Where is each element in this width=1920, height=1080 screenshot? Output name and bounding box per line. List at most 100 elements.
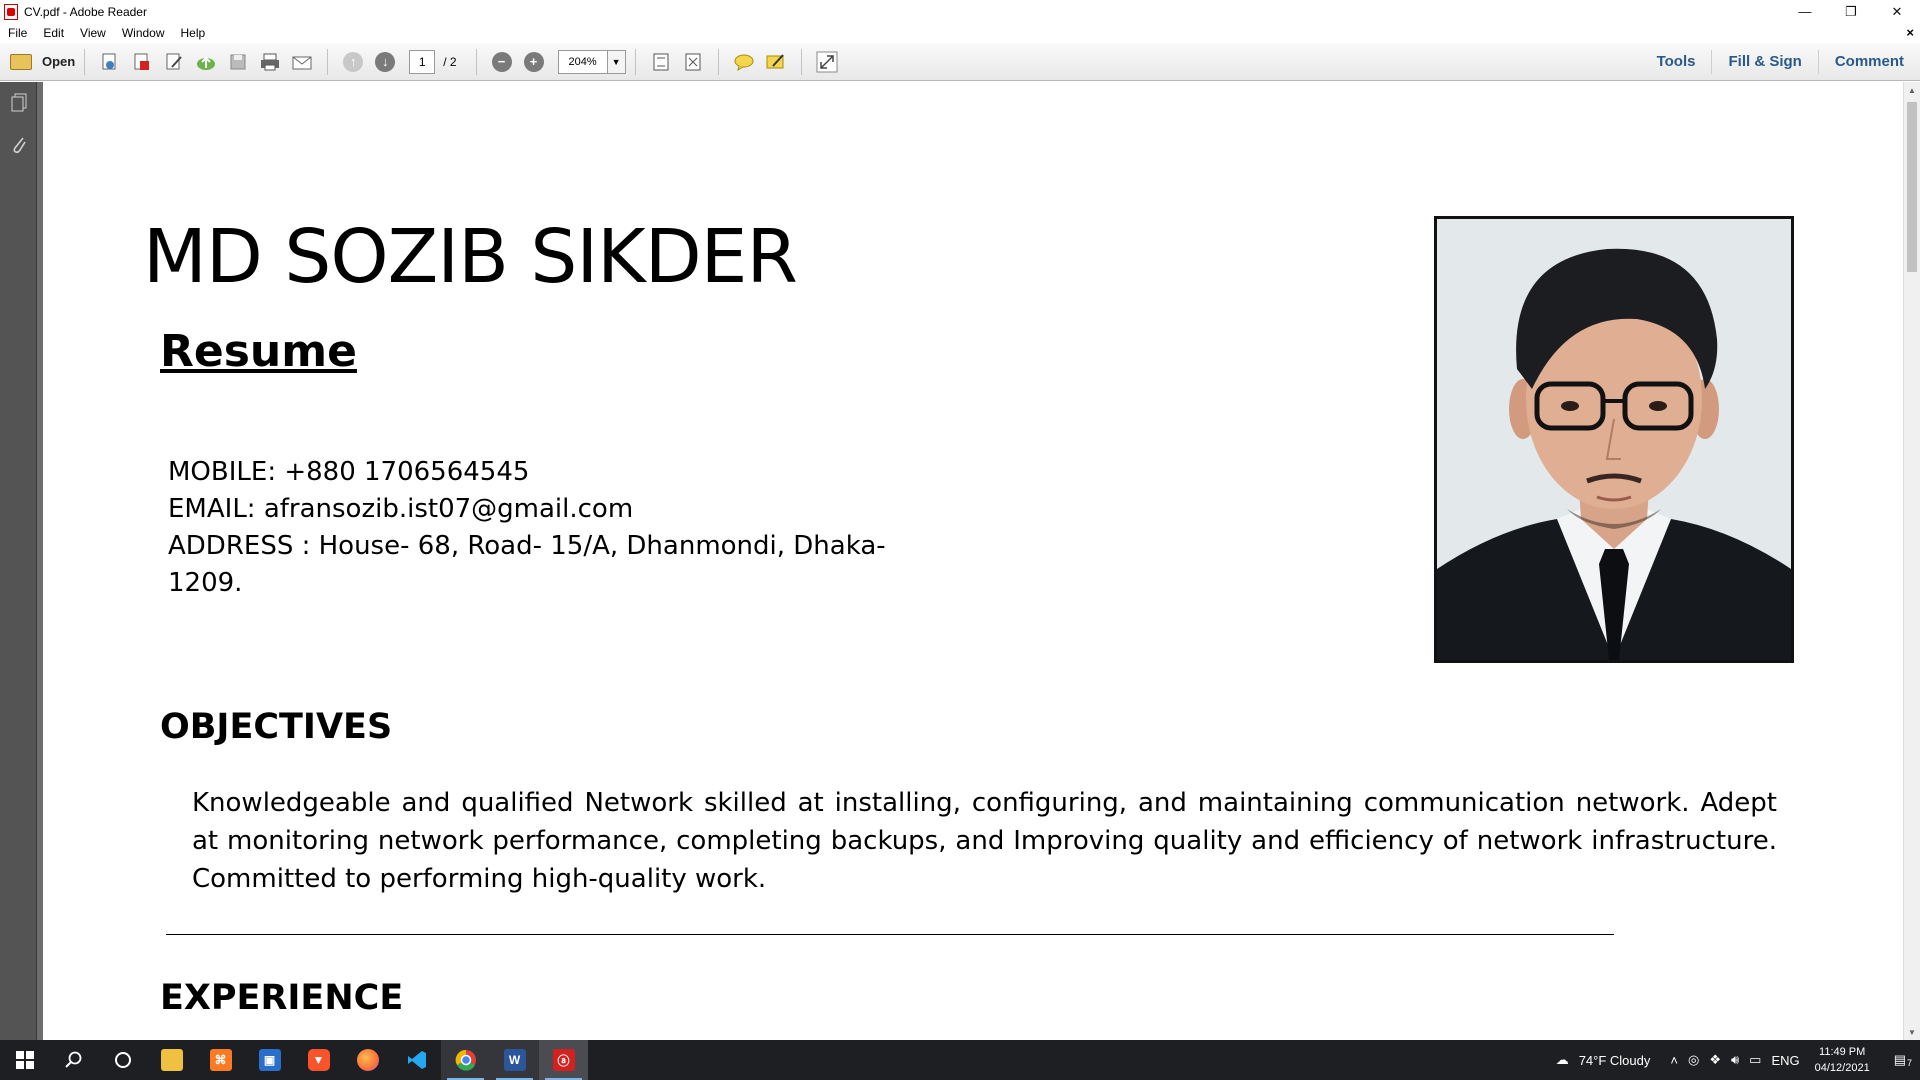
- toolbar-separator: [634, 48, 636, 75]
- cloud-upload-icon[interactable]: [194, 50, 218, 74]
- taskbar-word[interactable]: W: [490, 1040, 539, 1080]
- vertical-scrollbar[interactable]: ▲ ▼: [1903, 82, 1920, 1040]
- title-bar: CV.pdf - Adobe Reader — ❐ ✕: [0, 0, 1920, 23]
- navigation-pane: [0, 82, 37, 1040]
- menu-edit[interactable]: Edit: [35, 26, 72, 40]
- dropbox-icon[interactable]: ❖: [1704, 1052, 1726, 1068]
- address-line-1: ADDRESS : House- 68, Road- 15/A, Dhanmon…: [168, 531, 886, 561]
- network-icon[interactable]: ▭: [1744, 1052, 1766, 1068]
- highlight-text-button[interactable]: [764, 50, 788, 74]
- open-button[interactable]: Open: [10, 53, 76, 70]
- clock[interactable]: 11:49 PM 04/12/2021: [1805, 1044, 1880, 1076]
- mobile-number: MOBILE: +880 1706564545: [168, 457, 530, 487]
- toolbar-separator: [327, 48, 329, 75]
- next-page-button[interactable]: ↓: [373, 50, 397, 74]
- xampp-icon: ⌘: [209, 1049, 232, 1071]
- zoom-in-button[interactable]: +: [522, 50, 546, 74]
- resume-heading: Resume: [160, 326, 357, 377]
- comment-tab[interactable]: Comment: [1817, 49, 1920, 74]
- save-icon[interactable]: [226, 50, 250, 74]
- candidate-name: MD SOZIB SIKDER: [143, 214, 798, 300]
- page-total: / 2: [443, 54, 457, 69]
- toolbar-separator: [475, 48, 477, 75]
- profile-photo: [1434, 216, 1794, 663]
- print-icon[interactable]: [258, 50, 282, 74]
- attachments-icon[interactable]: [9, 134, 29, 156]
- zoom-out-button[interactable]: −: [490, 50, 514, 74]
- address-line-2: 1209.: [168, 568, 243, 598]
- taskbar-firefox[interactable]: [343, 1040, 392, 1080]
- taskbar-brave[interactable]: ▼: [294, 1040, 343, 1080]
- page-number-input[interactable]: 1: [409, 49, 436, 74]
- vscode-icon: [407, 1051, 426, 1069]
- taskbar-adobe-reader[interactable]: ⓐ: [539, 1040, 588, 1080]
- chevron-down-icon: ▼: [611, 56, 621, 67]
- create-pdf-icon[interactable]: [98, 50, 122, 74]
- close-button[interactable]: ✕: [1874, 0, 1920, 23]
- minimize-button[interactable]: —: [1782, 0, 1828, 23]
- clock-time: 11:49 PM: [1819, 1046, 1866, 1058]
- volume-icon[interactable]: 🔊︎: [1726, 1052, 1744, 1068]
- zoom-dropdown-button[interactable]: ▼: [607, 49, 626, 74]
- expand-toolbar-button[interactable]: [815, 50, 839, 74]
- folder-icon: [10, 53, 32, 70]
- full-screen-button[interactable]: [681, 50, 705, 74]
- notification-center-icon[interactable]: ▤ 7: [1880, 1052, 1920, 1068]
- email-icon[interactable]: [290, 50, 314, 74]
- firefox-icon: [356, 1049, 379, 1071]
- brave-icon: ▼: [307, 1049, 330, 1071]
- chat-icon: ▤: [1893, 1052, 1906, 1067]
- page-thumbnails-icon[interactable]: [9, 92, 29, 114]
- menu-file[interactable]: File: [0, 26, 35, 40]
- menu-help[interactable]: Help: [173, 26, 214, 40]
- scroll-up-arrow-icon[interactable]: ▲: [1904, 82, 1920, 98]
- plus-icon: +: [523, 51, 544, 72]
- scroll-down-arrow-icon[interactable]: ▼: [1904, 1024, 1920, 1040]
- taskbar-vscode[interactable]: [392, 1040, 441, 1080]
- minus-icon: −: [491, 51, 512, 72]
- previous-page-button[interactable]: ↑: [341, 50, 365, 74]
- toolbar: Open ↑ ↓ 1 / 2 − + 204% ▼ Tools Fill & S…: [0, 43, 1920, 81]
- menu-window[interactable]: Window: [114, 26, 173, 40]
- taskbar-file-explorer[interactable]: [147, 1040, 196, 1080]
- circle-icon: [114, 1052, 131, 1068]
- restore-button[interactable]: ❐: [1828, 0, 1874, 23]
- close-document-button[interactable]: ×: [1906, 25, 1914, 40]
- taskbar-teams[interactable]: ▣: [245, 1040, 294, 1080]
- task-pane-tabs: Tools Fill & Sign Comment: [1641, 43, 1920, 80]
- window-controls: — ❐ ✕: [1782, 0, 1920, 23]
- search-button[interactable]: [49, 1040, 98, 1080]
- adobe-reader-app-icon: [4, 3, 18, 20]
- camera-icon[interactable]: ◎: [1683, 1052, 1704, 1068]
- cortana-button[interactable]: [98, 1040, 147, 1080]
- notification-count: 7: [1906, 1058, 1912, 1068]
- tools-tab[interactable]: Tools: [1641, 50, 1712, 74]
- weather-icon[interactable]: ☁: [1551, 1052, 1574, 1068]
- sticky-note-button[interactable]: [732, 50, 756, 74]
- export-pdf-icon[interactable]: [130, 50, 154, 74]
- menu-bar: File Edit View Window Help ×: [0, 23, 1920, 43]
- objectives-heading: OBJECTIVES: [160, 707, 393, 747]
- taskbar-xampp[interactable]: ⌘: [196, 1040, 245, 1080]
- weather-text[interactable]: 74°F Cloudy: [1574, 1053, 1656, 1068]
- document-view[interactable]: MD SOZIB SIKDER Resume MOBILE: +880 1706…: [37, 82, 1903, 1040]
- search-icon: [64, 1051, 81, 1068]
- toolbar-separator: [800, 48, 802, 75]
- window-title: CV.pdf - Adobe Reader: [24, 4, 147, 19]
- system-tray: ☁ 74°F Cloudy ˄ ◎ ❖ 🔊︎ ▭ ENG 11:49 PM 04…: [1551, 1040, 1920, 1080]
- zoom-input[interactable]: 204%: [557, 49, 608, 74]
- open-label: Open: [42, 54, 76, 69]
- language-indicator[interactable]: ENG: [1766, 1053, 1804, 1068]
- menu-view[interactable]: View: [72, 26, 114, 40]
- pdf-icon: ⓐ: [552, 1049, 575, 1071]
- fit-page-button[interactable]: [649, 50, 673, 74]
- edit-pdf-icon[interactable]: [162, 50, 186, 74]
- scrollbar-thumb[interactable]: [1907, 102, 1917, 272]
- taskbar: ⌘ ▣ ▼ W ⓐ ☁ 74°F Cloudy ˄ ◎ ❖ 🔊︎ ▭ ENG 1…: [0, 1040, 1920, 1080]
- chevron-up-icon[interactable]: ˄: [1665, 1053, 1683, 1068]
- start-button[interactable]: [0, 1040, 49, 1080]
- toolbar-separator: [84, 48, 86, 75]
- fill-sign-tab[interactable]: Fill & Sign: [1711, 49, 1817, 74]
- folder-icon: [160, 1049, 183, 1071]
- taskbar-chrome[interactable]: [441, 1040, 490, 1080]
